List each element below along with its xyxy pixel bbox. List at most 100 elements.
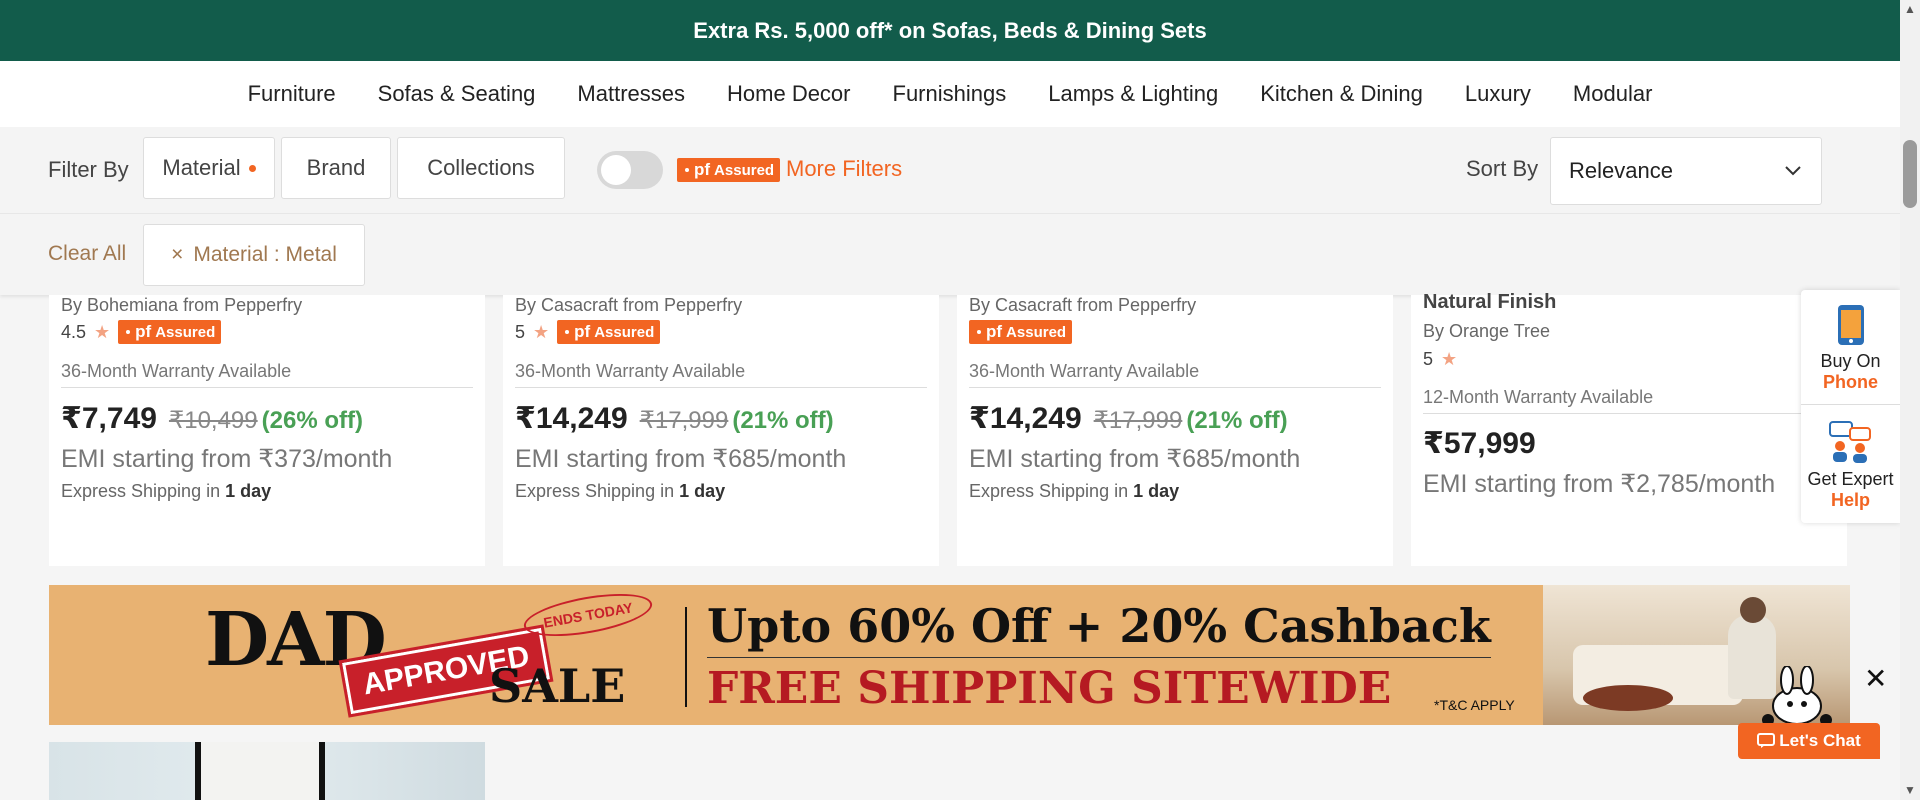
shipping-prefix: Express Shipping in [515,481,675,501]
shipping-text: Express Shipping in 1 day [515,481,725,502]
price-row: ₹57,999 [1423,426,1536,461]
shipping-days: 1 day [1133,481,1180,501]
shipping-prefix: Express Shipping in [969,481,1129,501]
banner-terms: *T&C APPLY [1434,697,1515,713]
filter-collections-button[interactable]: Collections [397,137,565,199]
mrp: ₹17,999 [639,407,729,434]
product-rating: 4.5 ★ pf Assured [61,320,222,344]
price: ₹14,249 [969,402,1082,435]
filter-material-button[interactable]: Material [143,137,275,199]
emi-text: EMI starting from ₹373/month [61,445,393,473]
product-rating: pf Assured [969,320,1073,344]
filter-brand-label: Brand [306,155,366,180]
star-icon: ★ [533,321,550,342]
product-brand: By Bohemiana from Pepperfry [61,295,303,315]
divider [1801,404,1900,405]
discount: (26% off) [261,407,363,434]
get-expert-label: Get Expert [1807,469,1894,489]
banner-sale-text: SALE [489,659,626,713]
filter-by-label: Filter By [48,157,129,182]
clear-all-link[interactable]: Clear All [48,242,126,266]
pf-assured-badge: pf Assured [677,158,781,182]
price: ₹7,749 [61,402,157,435]
price-row: ₹7,749 ₹10,499 (26% off) [61,401,363,436]
buy-on-accent: Phone [1822,372,1878,392]
product-brand: By Casacraft from Pepperfry [969,295,1197,315]
scroll-down-arrow-icon[interactable]: ▼ [1904,783,1916,797]
nav-item-sofas-seating[interactable]: Sofas & Seating [378,81,536,107]
shipping-days: 1 day [679,481,726,501]
nav-item-luxury[interactable]: Luxury [1465,81,1531,107]
product-card[interactable]: By Casacraft from Pepperfry 5 ★ pf Assur… [503,295,939,566]
shipping-days: 1 day [225,481,272,501]
emi-text: EMI starting from ₹685/month [969,445,1301,473]
star-icon: ★ [1441,349,1458,369]
nav-item-modular[interactable]: Modular [1573,81,1652,107]
table-shape [1583,685,1673,711]
toggle-knob [601,155,631,185]
price-row: ₹14,249 ₹17,999 (21% off) [515,401,834,436]
sort-select[interactable]: Relevance [1550,137,1822,205]
chevron-down-icon [1785,166,1801,176]
pf-assured-badge: pf Assured [969,320,1073,344]
expert-chat-icon [1828,421,1871,463]
page-scrollbar[interactable] [1900,0,1920,800]
product-card[interactable]: By Bohemiana from Pepperfry 4.5 ★ pf Ass… [49,295,485,566]
lets-chat-label: Let's Chat [1779,731,1861,750]
filter-material-label: Material [162,155,241,180]
promo-bar[interactable]: Extra Rs. 5,000 off* on Sofas, Beds & Di… [0,0,1900,61]
product-card[interactable]: By Casacraft from Pepperfry pf Assured 3… [957,295,1393,566]
nav-item-furniture[interactable]: Furniture [248,81,336,107]
discount: (21% off) [1186,407,1288,434]
pf-badge-text: Assured [594,323,655,341]
applied-filters-bar: Clear All × Material : Metal [0,213,1900,295]
emi-text: EMI starting from ₹685/month [515,445,847,473]
buy-on-phone-button[interactable]: Buy On Phone [1801,304,1900,393]
nav-item-furnishings[interactable]: Furnishings [893,81,1007,107]
pf-badge-text: Assured [714,161,775,179]
product-rating: 5 ★ pf Assured [515,320,661,344]
warranty-text: 36-Month Warranty Available [515,361,927,388]
emi-text: EMI starting from ₹2,785/month [1423,470,1776,498]
main-nav: Furniture Sofas & Seating Mattresses Hom… [0,61,1900,127]
scrollbar-thumb[interactable] [1903,140,1917,208]
mrp: ₹10,499 [168,407,258,434]
person-head-shape [1740,597,1766,623]
pf-badge-logo: pf [986,322,1003,341]
chip-label: Material : Metal [193,243,337,266]
pf-assured-toggle[interactable] [597,151,663,189]
shipping-text: Express Shipping in 1 day [61,481,271,502]
nav-item-lamps-lighting[interactable]: Lamps & Lighting [1048,81,1218,107]
sale-banner[interactable]: DAD APPROVED ENDS TODAY SALE Upto 60% Of… [49,585,1850,725]
get-expert-help-button[interactable]: Get Expert Help [1801,420,1900,511]
product-brand: By Orange Tree [1423,321,1551,341]
mrp: ₹17,999 [1093,407,1183,434]
nav-item-mattresses[interactable]: Mattresses [577,81,685,107]
product-rating: 5 ★ [1423,349,1457,370]
applied-filter-chip[interactable]: × Material : Metal [143,224,365,286]
warranty-text: 36-Month Warranty Available [61,361,473,388]
sort-value: Relevance [1569,158,1673,183]
banner-headline: Upto 60% Off + 20% Cashback [707,599,1491,658]
product-card-image[interactable] [49,742,485,800]
filter-collections-label: Collections [427,155,535,180]
pf-badge-logo: pf [135,322,152,341]
pf-badge-text: Assured [1006,323,1067,341]
pf-assured-badge: pf Assured [557,320,661,344]
product-card[interactable]: Natural Finish By Orange Tree 5 ★ 12-Mon… [1411,291,1847,566]
buy-on-label: Buy On [1820,351,1881,371]
nav-item-kitchen-dining[interactable]: Kitchen & Dining [1260,81,1423,107]
rating-value: 5 [1423,349,1434,369]
banner-divider [685,607,687,707]
more-filters-link[interactable]: More Filters [786,156,902,182]
filter-brand-button[interactable]: Brand [281,137,391,199]
rating-value: 4.5 [61,321,87,342]
warranty-text: 36-Month Warranty Available [969,361,1381,388]
lets-chat-button[interactable]: Let's Chat [1738,723,1880,759]
pf-badge-text: Assured [155,323,216,341]
close-icon[interactable]: ✕ [1864,662,1887,695]
close-icon[interactable]: × [171,243,183,267]
discount: (21% off) [732,407,834,434]
scroll-up-arrow-icon[interactable]: ▲ [1904,2,1916,16]
nav-item-home-decor[interactable]: Home Decor [727,81,850,107]
